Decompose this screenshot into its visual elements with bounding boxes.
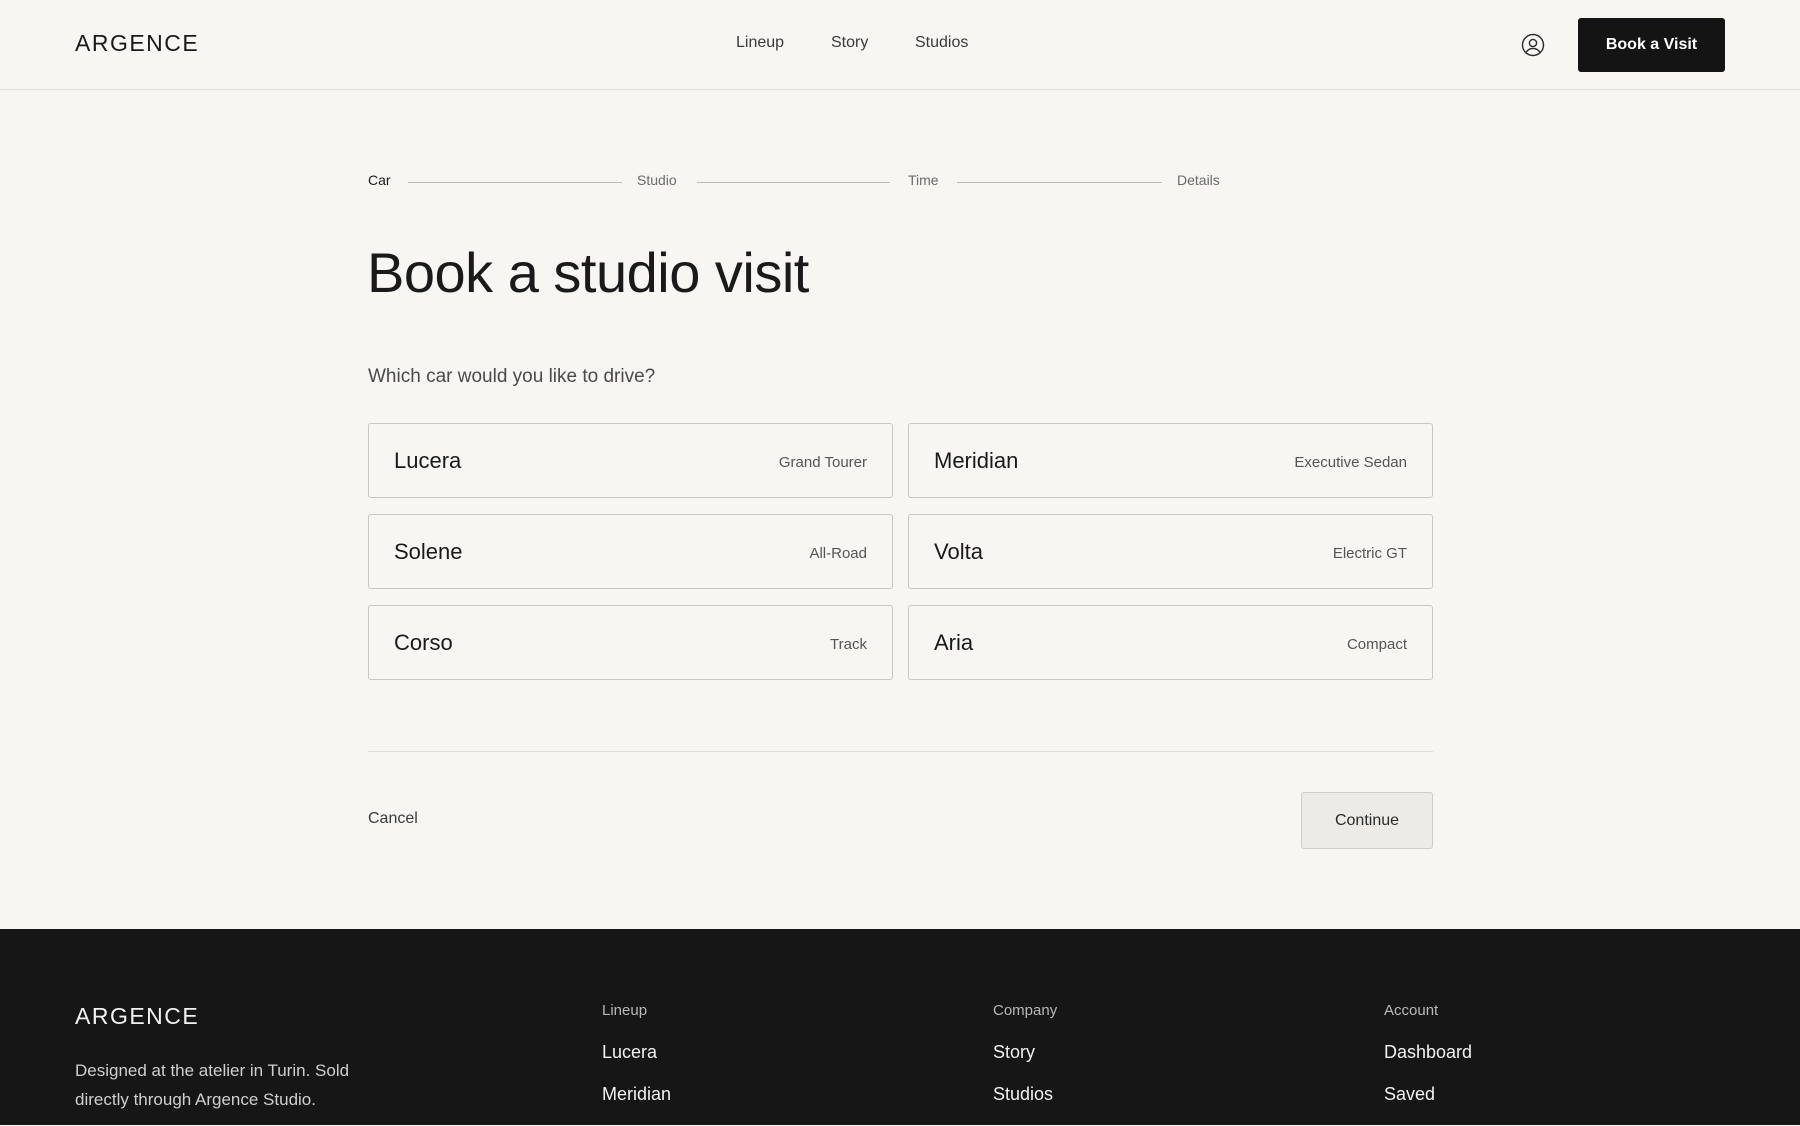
footer-link-dashboard[interactable]: Dashboard bbox=[1384, 1042, 1472, 1063]
car-option-corso[interactable]: Corso Track bbox=[368, 605, 893, 680]
car-name: Aria bbox=[934, 630, 974, 655]
footer-heading: Lineup bbox=[602, 1002, 648, 1019]
car-option-meridian[interactable]: Meridian Executive Sedan bbox=[908, 423, 1433, 498]
cancel-button[interactable]: Cancel bbox=[368, 810, 418, 828]
booking-stepper: Car Studio Time Details bbox=[368, 172, 1228, 192]
car-name: Solene bbox=[394, 539, 463, 564]
continue-button[interactable]: Continue bbox=[1301, 792, 1433, 849]
car-class: Executive Sedan bbox=[1294, 454, 1407, 471]
form-divider bbox=[368, 751, 1433, 752]
car-option-volta[interactable]: Volta Electric GT bbox=[908, 514, 1433, 589]
footer-heading: Account bbox=[1384, 1002, 1439, 1019]
footer-description: Designed at the atelier in Turin. Sold d… bbox=[75, 1061, 350, 1109]
step-time: Time bbox=[908, 172, 939, 188]
footer-column-company: Company Story Studios bbox=[993, 1002, 1057, 1126]
car-option-aria[interactable]: Aria Compact bbox=[908, 605, 1433, 680]
car-question: Which car would you like to drive? bbox=[368, 366, 656, 387]
user-circle-icon[interactable] bbox=[1521, 33, 1545, 57]
car-name: Corso bbox=[394, 630, 453, 655]
footer-link-lucera[interactable]: Lucera bbox=[602, 1042, 671, 1063]
car-class: Electric GT bbox=[1332, 545, 1407, 562]
footer-link-story[interactable]: Story bbox=[993, 1042, 1057, 1063]
step-connector bbox=[697, 182, 890, 183]
nav-lineup[interactable]: Lineup bbox=[736, 34, 784, 52]
footer-column-account: Account Dashboard Saved bbox=[1384, 1002, 1472, 1126]
footer-link-saved[interactable]: Saved bbox=[1384, 1084, 1472, 1105]
step-car: Car bbox=[368, 172, 391, 188]
car-option-lucera[interactable]: Lucera Grand Tourer bbox=[368, 423, 893, 498]
nav-story[interactable]: Story bbox=[831, 34, 868, 52]
car-option-solene[interactable]: Solene All-Road bbox=[368, 514, 893, 589]
nav-studios[interactable]: Studios bbox=[915, 34, 968, 52]
page-title: Book a studio visit bbox=[367, 241, 809, 304]
site-header: ARGENCE Lineup Story Studios Book a Visi… bbox=[0, 0, 1800, 90]
car-name: Volta bbox=[934, 539, 983, 564]
car-name: Meridian bbox=[934, 448, 1019, 473]
footer-link-meridian[interactable]: Meridian bbox=[602, 1084, 671, 1105]
car-name: Lucera bbox=[394, 448, 462, 473]
footer-column-lineup: Lineup Lucera Meridian bbox=[602, 1002, 671, 1126]
car-class: Compact bbox=[1346, 636, 1407, 653]
car-class: Grand Tourer bbox=[778, 454, 867, 471]
site-footer: ARGENCE Designed at the atelier in Turin… bbox=[0, 929, 1800, 1125]
step-studio: Studio bbox=[637, 172, 677, 188]
footer-logo[interactable]: ARGENCE bbox=[75, 1003, 199, 1030]
book-visit-button[interactable]: Book a Visit bbox=[1578, 18, 1725, 72]
step-details: Details bbox=[1177, 172, 1220, 188]
footer-heading: Company bbox=[993, 1002, 1058, 1019]
step-connector bbox=[408, 182, 622, 183]
car-options: Lucera Grand Tourer Meridian Executive S… bbox=[368, 423, 1433, 681]
footer-link-studios[interactable]: Studios bbox=[993, 1084, 1057, 1105]
car-class: All-Road bbox=[809, 545, 867, 562]
step-connector bbox=[957, 182, 1162, 183]
car-class: Track bbox=[830, 636, 867, 653]
